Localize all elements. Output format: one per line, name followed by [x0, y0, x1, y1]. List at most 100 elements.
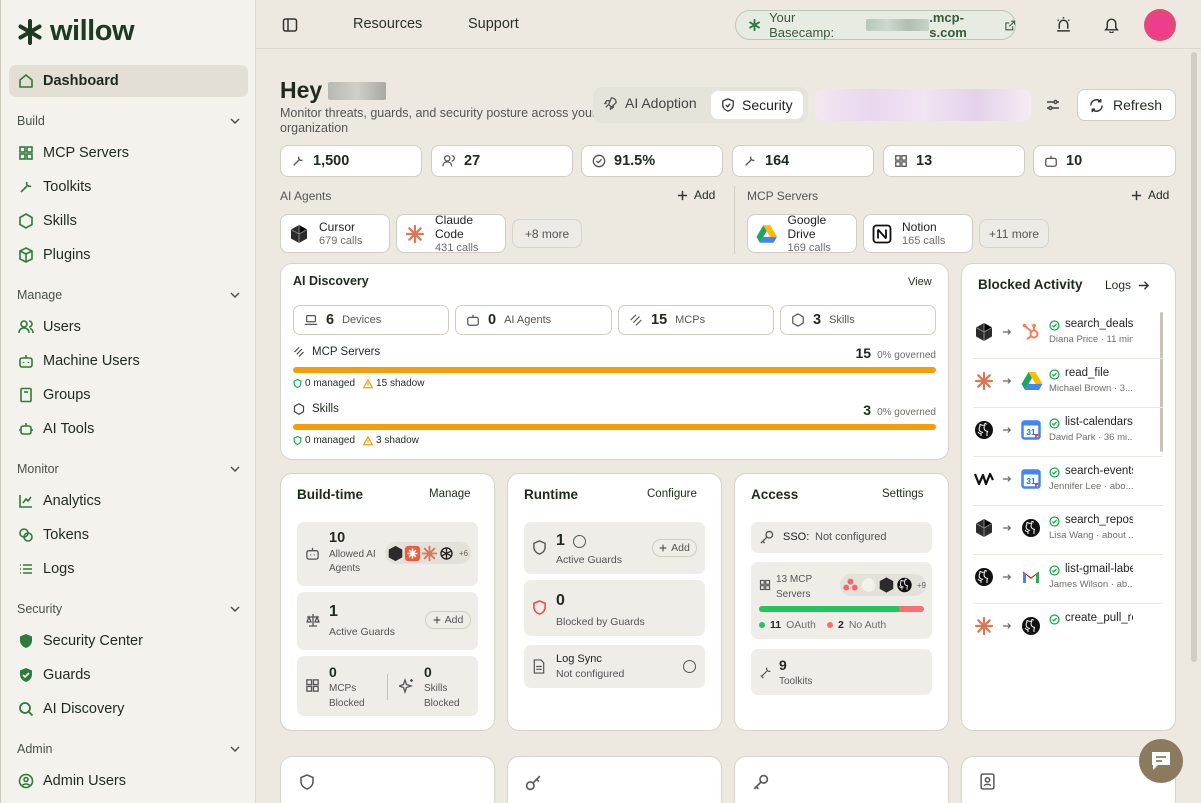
buildtime-add-guard-button[interactable]: Add — [425, 611, 471, 629]
sidebar-item-skills[interactable]: Skills — [9, 205, 248, 237]
blocks-icon — [19, 146, 33, 160]
sidebar-item-guards[interactable]: Guards — [9, 659, 248, 691]
blocked-activity-row[interactable]: 31 list-calendars David Park · 36 mi... — [973, 416, 1163, 446]
greeting-text: Hey — [280, 77, 323, 103]
blocked-activity-row[interactable]: 31 search-events Jennifer Lee · abo... — [973, 465, 1163, 495]
sidebar-item-admin-users[interactable]: Admin Users — [9, 765, 248, 797]
redacted-subdomain — [865, 19, 930, 31]
skills-blocked-count: 0 — [424, 664, 432, 680]
claude-logo-icon — [974, 371, 994, 391]
asana-logo-icon — [843, 578, 858, 591]
mcp-more-button[interactable]: +11 more — [979, 219, 1049, 248]
sidebar-item-ai-tools[interactable]: AI Tools — [9, 413, 248, 445]
blocked-activity-row[interactable]: search_deals Diana Price · 11 min... — [973, 318, 1163, 348]
add-mcp-button[interactable]: Add — [1131, 188, 1169, 202]
support-link[interactable]: Support — [468, 16, 519, 32]
allowed-count: 10 — [329, 530, 346, 546]
section-security[interactable]: Security — [17, 599, 241, 619]
discovery-mcps[interactable]: 15 MCPs — [618, 305, 774, 335]
blocked-action-meta: Lisa Wang · about ... — [1049, 530, 1133, 541]
divider — [973, 554, 1163, 555]
gcal-logo-icon: 31 — [1021, 420, 1041, 440]
section-admin[interactable]: Admin — [17, 739, 241, 759]
sidebar-item-logs[interactable]: Logs — [9, 553, 248, 585]
log-sync-status: Not configured — [556, 668, 625, 680]
basecamp-link[interactable]: Your Basecamp: .mcp-s.com — [735, 10, 1016, 40]
sidebar-item-tokens[interactable]: Tokens — [9, 519, 248, 551]
blocked-activity-row[interactable]: create_pull_request — [973, 612, 1163, 642]
runtime-add-guard-button[interactable]: Add — [652, 539, 697, 557]
discovery-devices[interactable]: 6 Devices — [293, 305, 449, 335]
google-drive-logo-icon — [756, 224, 778, 243]
discovery-view-link[interactable]: View — [908, 276, 932, 288]
sidebar-item-mcp-servers[interactable]: MCP Servers — [9, 137, 248, 169]
sidebar-item-security-center[interactable]: Security Center — [9, 625, 248, 657]
blocked-activity-row[interactable]: list-gmail-labels James Wilson · ab... — [973, 563, 1163, 593]
tab-security[interactable]: Security — [711, 91, 803, 119]
avatar[interactable] — [1144, 9, 1176, 41]
buildtime-manage-link[interactable]: Manage — [429, 488, 471, 500]
sidebar-item-dashboard[interactable]: Dashboard — [9, 65, 248, 97]
shield-alert-icon — [533, 600, 546, 615]
check-circle-icon — [1049, 516, 1060, 527]
add-label: Add — [444, 614, 464, 626]
runtime-configure-link[interactable]: Configure — [647, 488, 697, 500]
section-label: Build — [17, 114, 45, 128]
blocked-activity-row[interactable]: search_repos Lisa Wang · about ... — [973, 514, 1163, 544]
refresh-button[interactable]: Refresh — [1077, 89, 1176, 121]
agent-card-claude-code[interactable]: Claude Code 431 calls — [396, 213, 506, 254]
sidebar-item-plugins[interactable]: Plugins — [9, 239, 248, 271]
sidebar-item-label: AI Discovery — [43, 701, 125, 717]
shield-check-icon — [293, 436, 302, 445]
resources-link[interactable]: Resources — [353, 16, 422, 32]
warning-icon — [363, 435, 374, 445]
logo[interactable]: willow — [16, 15, 135, 48]
app-name: willow — [50, 15, 135, 47]
section-monitor[interactable]: Monitor — [17, 459, 241, 479]
blocked-action-name: create_pull_request — [1065, 612, 1133, 624]
hubspot-logo-icon — [1021, 322, 1041, 342]
blocked-logs-link[interactable]: Logs — [1105, 278, 1150, 292]
sidebar-item-toolkits[interactable]: Toolkits — [9, 171, 248, 203]
agent-card-cursor[interactable]: Cursor 679 calls — [280, 214, 390, 253]
hexagon-icon — [792, 313, 804, 327]
external-link-icon — [1005, 20, 1015, 30]
arrow-right-icon — [1002, 574, 1012, 580]
alerts-button[interactable] — [1055, 16, 1072, 33]
managed-legend: 0 managed — [293, 378, 355, 389]
agents-more-button[interactable]: +8 more — [512, 219, 582, 248]
add-agent-button[interactable]: Add — [677, 188, 715, 202]
sidebar-item-groups[interactable]: Groups — [9, 379, 248, 411]
stat-tool-calls: 1,500 — [280, 145, 422, 177]
access-settings-link[interactable]: Settings — [882, 488, 924, 500]
section-build[interactable]: Build — [17, 111, 241, 131]
notifications-button[interactable] — [1103, 16, 1120, 33]
sidebar-item-users[interactable]: Users — [9, 311, 248, 343]
check-circle-icon — [1049, 320, 1060, 331]
sidebar-toggle-button[interactable] — [282, 17, 298, 33]
page-scrollbar[interactable] — [1191, 52, 1197, 662]
divider — [973, 358, 1163, 359]
check-circle-icon — [1049, 418, 1060, 429]
sidebar-item-analytics[interactable]: Analytics — [9, 485, 248, 517]
sidebar-item-machine-users[interactable]: Machine Users — [9, 345, 248, 377]
check-circle-icon — [592, 154, 606, 168]
chat-button[interactable] — [1139, 739, 1183, 783]
noauth-label: No Auth — [848, 619, 887, 631]
github-logo-icon — [1021, 616, 1041, 636]
blocked-action-name: list-gmail-labels — [1065, 563, 1133, 575]
refresh-icon — [1090, 98, 1103, 112]
stat-value: 164 — [765, 153, 790, 169]
mcp-card-notion[interactable]: Notion 165 calls — [863, 214, 973, 253]
discovery-agents[interactable]: 0 AI Agents — [455, 305, 612, 335]
blocked-activity-row[interactable]: read_file Michael Brown · 3... — [973, 367, 1163, 397]
sidebar-item-ai-discovery[interactable]: AI Discovery — [9, 693, 248, 725]
mcp-card-google-drive[interactable]: Google Drive 169 calls — [747, 213, 857, 254]
discovery-skills[interactable]: 3 Skills — [780, 305, 936, 335]
tab-ai-adoption[interactable]: AI Adoption — [603, 95, 697, 111]
scale-icon — [306, 614, 320, 627]
section-manage[interactable]: Manage — [17, 285, 241, 305]
filter-settings-button[interactable] — [1045, 97, 1061, 113]
log-sync-box[interactable] — [524, 645, 705, 688]
discovery-label: MCPs — [675, 314, 706, 326]
